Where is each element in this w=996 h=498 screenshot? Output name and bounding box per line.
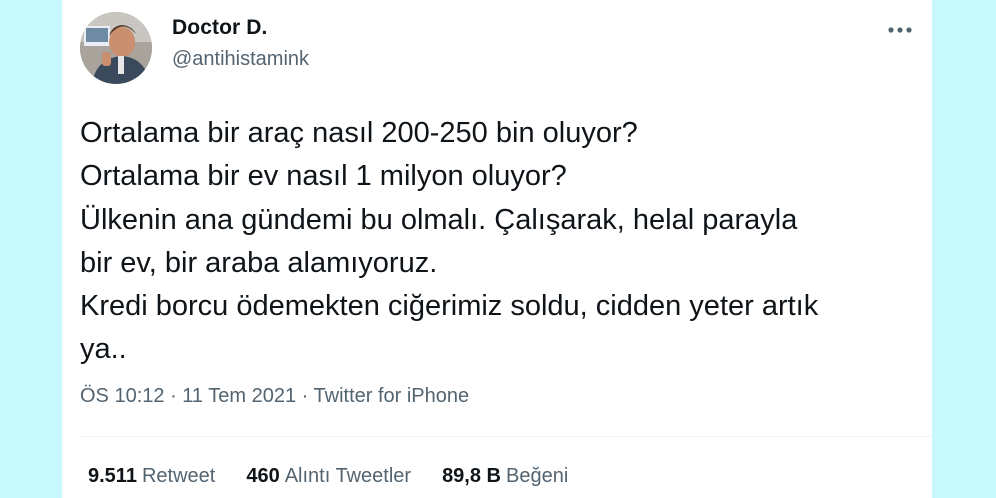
quote-tweet-count: 460: [246, 465, 280, 487]
quote-tweet-label: Alıntı Tweetler: [284, 465, 412, 487]
tweet-stats: 9.511 Retweet 460 Alıntı Tweetler 89,8 B…: [88, 465, 599, 488]
more-horizontal-icon: [888, 27, 912, 33]
like-label: Beğeni: [506, 465, 569, 487]
author-display-name[interactable]: Doctor D.: [172, 16, 267, 40]
retweet-count: 9.511: [88, 465, 137, 487]
profile-photo-icon: [80, 12, 152, 84]
retweet-count-link[interactable]: 9.511 Retweet: [88, 465, 215, 488]
avatar[interactable]: [80, 12, 152, 84]
tweet-card: Doctor D. @antihistamink Ortalama bir ar…: [62, 0, 932, 498]
like-count: 89,8 B: [442, 465, 501, 487]
divider: [80, 436, 932, 437]
meta-separator: ·: [164, 385, 183, 407]
tweet-source[interactable]: Twitter for iPhone: [314, 385, 470, 407]
tweet-metadata: ÖS 10:12 · 11 Tem 2021 · Twitter for iPh…: [80, 385, 469, 408]
tweet-text: Ortalama bir araç nasıl 200-250 bin oluy…: [80, 117, 819, 366]
tweet-time[interactable]: ÖS 10:12: [80, 385, 165, 407]
more-options-button[interactable]: [884, 14, 916, 46]
retweet-label: Retweet: [141, 465, 216, 487]
tweet-date[interactable]: 11 Tem 2021: [182, 385, 296, 407]
author-handle[interactable]: @antihistamink: [172, 48, 309, 71]
quote-tweets-link[interactable]: 460 Alıntı Tweetler: [246, 465, 411, 488]
likes-link[interactable]: 89,8 B Beğeni: [442, 465, 568, 488]
meta-separator: ·: [296, 385, 314, 407]
